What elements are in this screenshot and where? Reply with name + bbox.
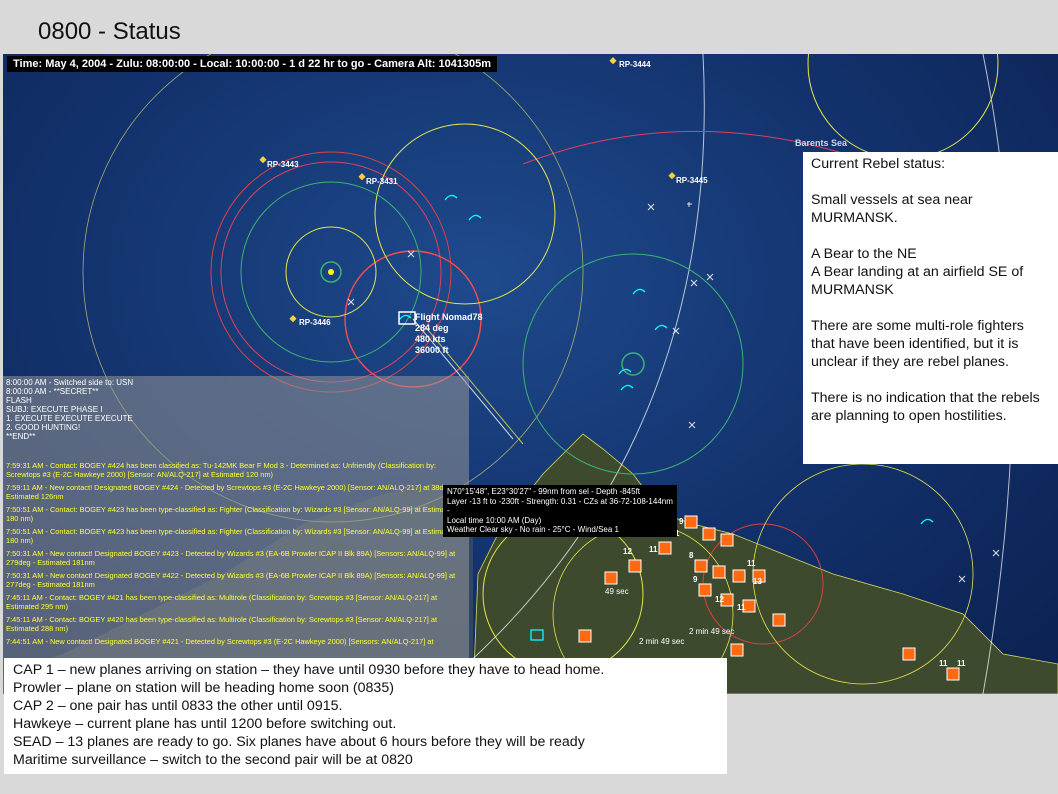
flash-line: 2. GOOD HUNTING!: [6, 423, 81, 432]
sea-label: Barents Sea: [795, 138, 848, 148]
rp-label[interactable]: RP-3446: [299, 318, 331, 327]
unit-count: 9: [693, 575, 698, 584]
airbase-icon: [328, 269, 334, 275]
flash-line: **END**: [6, 432, 36, 441]
asset-status-panel: CAP 1 – new planes arriving on station –…: [4, 658, 727, 774]
slide-title: 0800 - Status: [38, 18, 181, 45]
flash-message: 8:00:00 AM - Switched side to: USN 8:00:…: [3, 376, 469, 443]
flash-line: 8:00:00 AM - **SECRET**: [6, 387, 99, 396]
flash-line: 8:00:00 AM - Switched side to: USN: [6, 378, 134, 387]
map-label: 49 sec: [605, 587, 629, 596]
log-entry[interactable]: 7:44:51 AM - New contact! Designated BOG…: [3, 637, 469, 646]
rp-label[interactable]: RP-3445: [676, 176, 708, 185]
log-entry[interactable]: 7:59:11 AM - New contact! Designated BOG…: [3, 483, 469, 501]
unit-count: 9: [679, 517, 684, 526]
flash-line: SUBJ: EXECUTE PHASE I: [6, 405, 103, 414]
log-entry[interactable]: 7:50:51 AM - Contact: BOGEY #423 has bee…: [3, 527, 469, 545]
message-log[interactable]: 8:00:00 AM - Switched side to: USN 8:00:…: [3, 376, 469, 694]
waypoints: [259, 57, 676, 323]
log-entry[interactable]: 7:50:31 AM - New contact! Designated BOG…: [3, 549, 469, 567]
tooltip-line: Weather Clear sky - No rain - 25°C - Win…: [447, 525, 619, 534]
asset-line: Hawkeye – current plane has until 1200 b…: [13, 716, 397, 732]
flight-heading: 284 deg: [415, 323, 449, 333]
landmass: [472, 433, 1058, 694]
flight-name: Flight Nomad78: [415, 312, 483, 322]
map-label: 2 min 49 sec: [639, 637, 684, 646]
log-entry[interactable]: 7:50:31 AM - New contact! Designated BOG…: [3, 571, 469, 589]
tooltip-line: Layer -13 ft to -230ft - Strength: 0.31 …: [447, 496, 673, 516]
log-entry[interactable]: 7:45:11 AM - Contact: BOGEY #420 has bee…: [3, 615, 469, 633]
rp-label[interactable]: RP-3443: [267, 160, 299, 169]
log-entry[interactable]: 7:59:31 AM - Contact: BOGEY #424 has bee…: [3, 461, 469, 479]
unit-count: 12: [715, 595, 724, 604]
tooltip-line: N70°15'48", E23°30'27" - 99nm from sel -…: [447, 487, 641, 496]
map-tooltip: N70°15'48", E23°30'27" - 99nm from sel -…: [443, 485, 677, 537]
tooltip-line: Local time 10:00 AM (Day): [447, 515, 542, 525]
asset-line: CAP 1 – new planes arriving on station –…: [13, 662, 605, 678]
rp-label[interactable]: RP-3444: [619, 60, 651, 69]
unit-count: 12: [623, 547, 632, 556]
asset-line: Maritime surveillance – switch to the se…: [13, 752, 413, 768]
flash-line: FLASH: [6, 396, 32, 405]
flash-line: 1. EXECUTE EXECUTE EXECUTE: [6, 414, 133, 423]
unit-count: 11: [939, 659, 948, 668]
unit-count: 13: [753, 577, 762, 586]
flight-speed: 480 kts: [415, 334, 446, 344]
unit-count: 8: [689, 551, 694, 560]
unit-count: 11: [957, 659, 966, 668]
flight-altitude: 36000 ft: [415, 345, 449, 355]
panel-paragraph: There is no indication that the rebels a…: [811, 390, 1040, 424]
unit-count: 11: [737, 603, 746, 612]
rp-label[interactable]: RP-3431: [366, 177, 398, 186]
unit-count: 11: [649, 545, 658, 554]
panel-heading: Current Rebel status:: [811, 156, 946, 172]
asset-line: CAP 2 – one pair has until 0833 the othe…: [13, 698, 343, 714]
yellow-ring: [374, 123, 556, 305]
panel-paragraph: Small vessels at sea near MURMANSK.: [811, 192, 973, 226]
asset-line: SEAD – 13 planes are ready to go. Six pl…: [13, 734, 585, 750]
green-ring: [621, 352, 645, 376]
flight-label[interactable]: Flight Nomad78 284 deg 480 kts 36000 ft: [415, 312, 483, 356]
log-entry[interactable]: 7:45:11 AM - Contact: BOGEY #421 has bee…: [3, 593, 469, 611]
panel-paragraph: A Bear to the NE A Bear landing at an ai…: [811, 246, 1024, 298]
log-entry[interactable]: 7:50:51 AM - Contact: BOGEY #423 has bee…: [3, 505, 469, 523]
rebel-status-panel: Current Rebel status: Small vessels at s…: [803, 152, 1058, 464]
map-label: 2 min 49 sec: [689, 627, 734, 636]
time-bar: Time: May 4, 2004 - Zulu: 08:00:00 - Loc…: [7, 56, 498, 72]
unit-count: 11: [747, 559, 756, 568]
asset-line: Prowler – plane on station will be headi…: [13, 680, 394, 696]
panel-paragraph: There are some multi-role fighters that …: [811, 318, 1024, 370]
